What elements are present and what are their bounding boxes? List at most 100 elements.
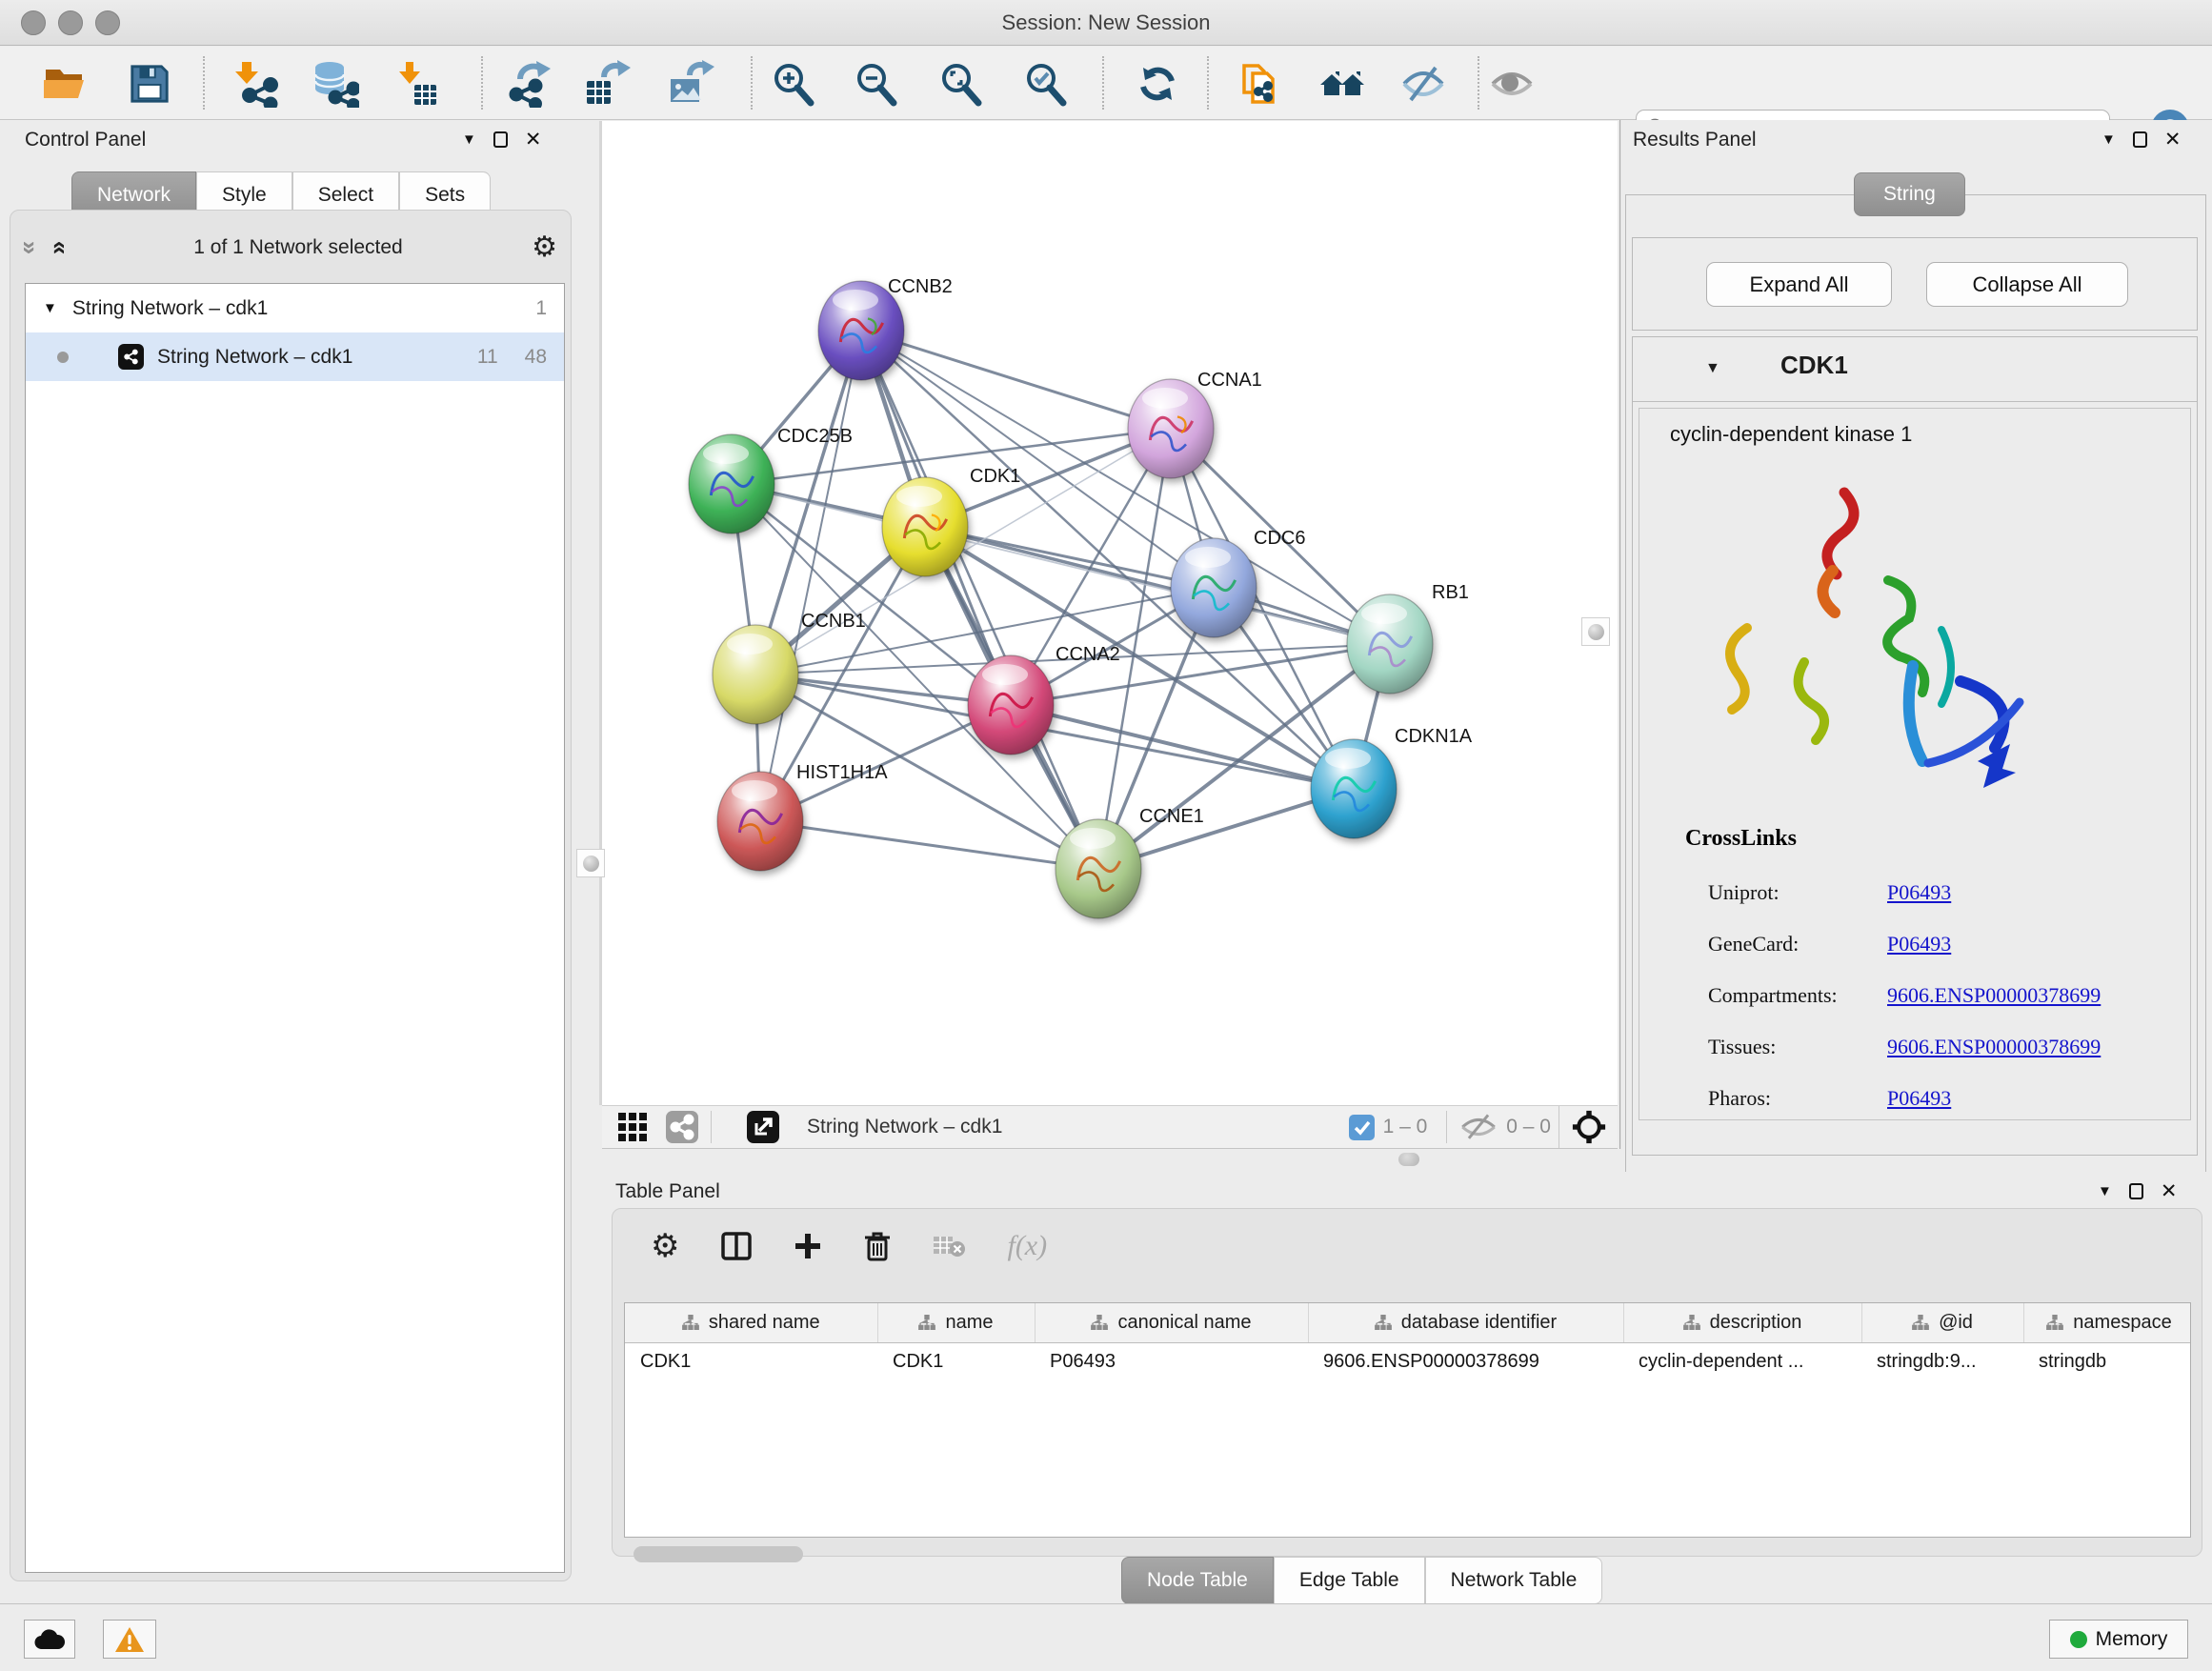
- node-details-header[interactable]: ▼ CDK1: [1633, 337, 2197, 402]
- network-collection-row[interactable]: ▼ String Network – cdk1 1: [26, 284, 564, 332]
- import-table-file-button[interactable]: [392, 60, 440, 108]
- graph-node-cdkn1a[interactable]: [1311, 739, 1397, 838]
- crosslink-link[interactable]: P06493: [1887, 880, 1951, 905]
- table-row[interactable]: CDK1 CDK1 P06493 9606.ENSP00000378699 cy…: [625, 1342, 2191, 1381]
- first-neighbors-button[interactable]: [1318, 60, 1366, 108]
- graph-node-ccnb1[interactable]: [713, 625, 798, 724]
- table-cell[interactable]: CDK1: [625, 1342, 877, 1381]
- node-table[interactable]: shared name name canonical name database…: [624, 1302, 2191, 1538]
- open-in-new-window-icon[interactable]: [746, 1110, 780, 1144]
- table-cell[interactable]: cyclin-dependent ...: [1623, 1342, 1861, 1381]
- graph-edge[interactable]: [1011, 705, 1354, 789]
- export-network-button[interactable]: [505, 60, 553, 108]
- graph-edge[interactable]: [760, 821, 1098, 869]
- expand-all-networks-icon[interactable]: »: [49, 241, 68, 254]
- panel-collapse-icon[interactable]: ▼: [2098, 1183, 2112, 1199]
- network-row-selected[interactable]: String Network – cdk1 11 48: [26, 332, 564, 381]
- panel-collapse-icon[interactable]: ▼: [2101, 131, 2116, 148]
- right-splitter-grip[interactable]: [1581, 617, 1610, 646]
- import-network-file-button[interactable]: [232, 60, 280, 108]
- table-cell[interactable]: 9606.ENSP00000378699: [1308, 1342, 1623, 1381]
- crosslink-row: Compartments: 9606.ENSP00000378699: [1708, 983, 2165, 1008]
- column-header[interactable]: description: [1623, 1303, 1861, 1342]
- zoom-fit-button[interactable]: [937, 60, 985, 108]
- table-cell[interactable]: CDK1: [877, 1342, 1035, 1381]
- graph-edge[interactable]: [861, 331, 1171, 429]
- collapse-all-networks-icon[interactable]: »: [21, 241, 40, 254]
- panel-float-icon[interactable]: [2133, 131, 2147, 148]
- crosslink-link[interactable]: 9606.ENSP00000378699: [1887, 983, 2101, 1008]
- scrollbar-thumb[interactable]: [633, 1546, 803, 1562]
- table-cell[interactable]: P06493: [1035, 1342, 1308, 1381]
- export-table-button[interactable]: [583, 60, 631, 108]
- network-icon: [118, 344, 144, 370]
- tab-string[interactable]: String: [1854, 172, 1965, 216]
- graph-node-cdc25b[interactable]: [689, 434, 774, 534]
- column-header[interactable]: database identifier: [1308, 1303, 1623, 1342]
- crosshair-icon: [1572, 1110, 1606, 1144]
- show-columns-icon[interactable]: [721, 1232, 752, 1260]
- network-canvas[interactable]: CCNB2CCNA1CDC25BCDK1CDC6RB1CCNB1CCNA2CDK…: [602, 121, 1618, 1105]
- graph-node-cdk1[interactable]: [882, 477, 968, 576]
- open-session-button[interactable]: [40, 60, 88, 108]
- zoom-selected-button[interactable]: [1022, 60, 1070, 108]
- panel-close-icon[interactable]: ✕: [2164, 128, 2182, 151]
- panel-close-icon[interactable]: ✕: [525, 128, 542, 151]
- crosslink-link[interactable]: P06493: [1887, 1086, 1951, 1111]
- table-cell[interactable]: stringdb:9...: [1861, 1342, 2023, 1381]
- tab-node-table[interactable]: Node Table: [1121, 1557, 1274, 1604]
- zoom-out-button[interactable]: [853, 60, 900, 108]
- tab-network-table[interactable]: Network Table: [1425, 1557, 1603, 1604]
- column-header[interactable]: shared name: [625, 1303, 877, 1342]
- network-selection-row: » » 1 of 1 Network selected ⚙: [24, 226, 557, 270]
- horizontal-splitter-grip[interactable]: [1398, 1153, 1419, 1166]
- tab-edge-table[interactable]: Edge Table: [1274, 1557, 1425, 1604]
- birds-eye-view-icon[interactable]: [617, 1112, 648, 1142]
- export-image-button[interactable]: [667, 60, 714, 108]
- panel-close-icon[interactable]: ✕: [2161, 1179, 2178, 1203]
- apply-layout-button[interactable]: [1134, 60, 1181, 108]
- graph-edge[interactable]: [861, 331, 1098, 869]
- hide-selected-button[interactable]: [1399, 60, 1447, 108]
- column-header[interactable]: canonical name: [1035, 1303, 1308, 1342]
- graph-node-cdc6[interactable]: [1171, 538, 1257, 637]
- memory-ok-dot: [2070, 1631, 2087, 1648]
- graph-node-ccna2[interactable]: [968, 655, 1054, 755]
- graph-node-ccna1[interactable]: [1128, 379, 1214, 478]
- panel-collapse-icon[interactable]: ▼: [462, 131, 476, 148]
- add-column-icon[interactable]: [794, 1232, 822, 1260]
- import-network-database-button[interactable]: [312, 60, 359, 108]
- crosslink-link[interactable]: P06493: [1887, 932, 1951, 956]
- crosslink-link[interactable]: 9606.ENSP00000378699: [1887, 1035, 2101, 1059]
- memory-button[interactable]: Memory: [2049, 1620, 2188, 1659]
- column-header[interactable]: namespace: [2023, 1303, 2191, 1342]
- panel-float-icon[interactable]: [2129, 1183, 2143, 1199]
- node-position-button[interactable]: [1558, 1106, 1618, 1148]
- network-options-gear-icon[interactable]: ⚙: [532, 233, 557, 262]
- show-all-button[interactable]: [1488, 60, 1536, 108]
- expand-all-button[interactable]: Expand All: [1706, 262, 1892, 307]
- zoom-in-button[interactable]: [770, 60, 817, 108]
- column-header[interactable]: @id: [1861, 1303, 2023, 1342]
- column-header[interactable]: name: [877, 1303, 1035, 1342]
- left-splitter-grip[interactable]: [576, 849, 605, 877]
- table-settings-gear-icon[interactable]: ⚙: [651, 1232, 679, 1260]
- clone-network-button[interactable]: [1237, 60, 1284, 108]
- save-session-button[interactable]: [126, 60, 173, 108]
- graph-node-rb1[interactable]: [1347, 594, 1433, 694]
- graph-node-ccne1[interactable]: [1056, 819, 1141, 918]
- warnings-button[interactable]: [103, 1620, 156, 1659]
- delete-trash-icon[interactable]: [864, 1231, 891, 1261]
- tree-expand-icon[interactable]: ▼: [43, 300, 57, 316]
- table-cell[interactable]: stringdb: [2023, 1342, 2191, 1381]
- selected-checkbox-icon[interactable]: [1348, 1114, 1376, 1141]
- graph-node-hist1h1a[interactable]: [717, 772, 803, 871]
- panel-float-icon[interactable]: [493, 131, 508, 148]
- collapse-all-button[interactable]: Collapse All: [1926, 262, 2128, 307]
- graph-node-label: CDK1: [970, 466, 1020, 487]
- cloud-status-button[interactable]: [24, 1620, 75, 1659]
- collapse-entry-icon[interactable]: ▼: [1705, 360, 1720, 377]
- network-grey-icon[interactable]: [665, 1110, 699, 1144]
- window-title: Session: New Session: [0, 0, 2212, 46]
- network-graph[interactable]: CCNB2CCNA1CDC25BCDK1CDC6RB1CCNB1CCNA2CDK…: [602, 121, 1618, 1105]
